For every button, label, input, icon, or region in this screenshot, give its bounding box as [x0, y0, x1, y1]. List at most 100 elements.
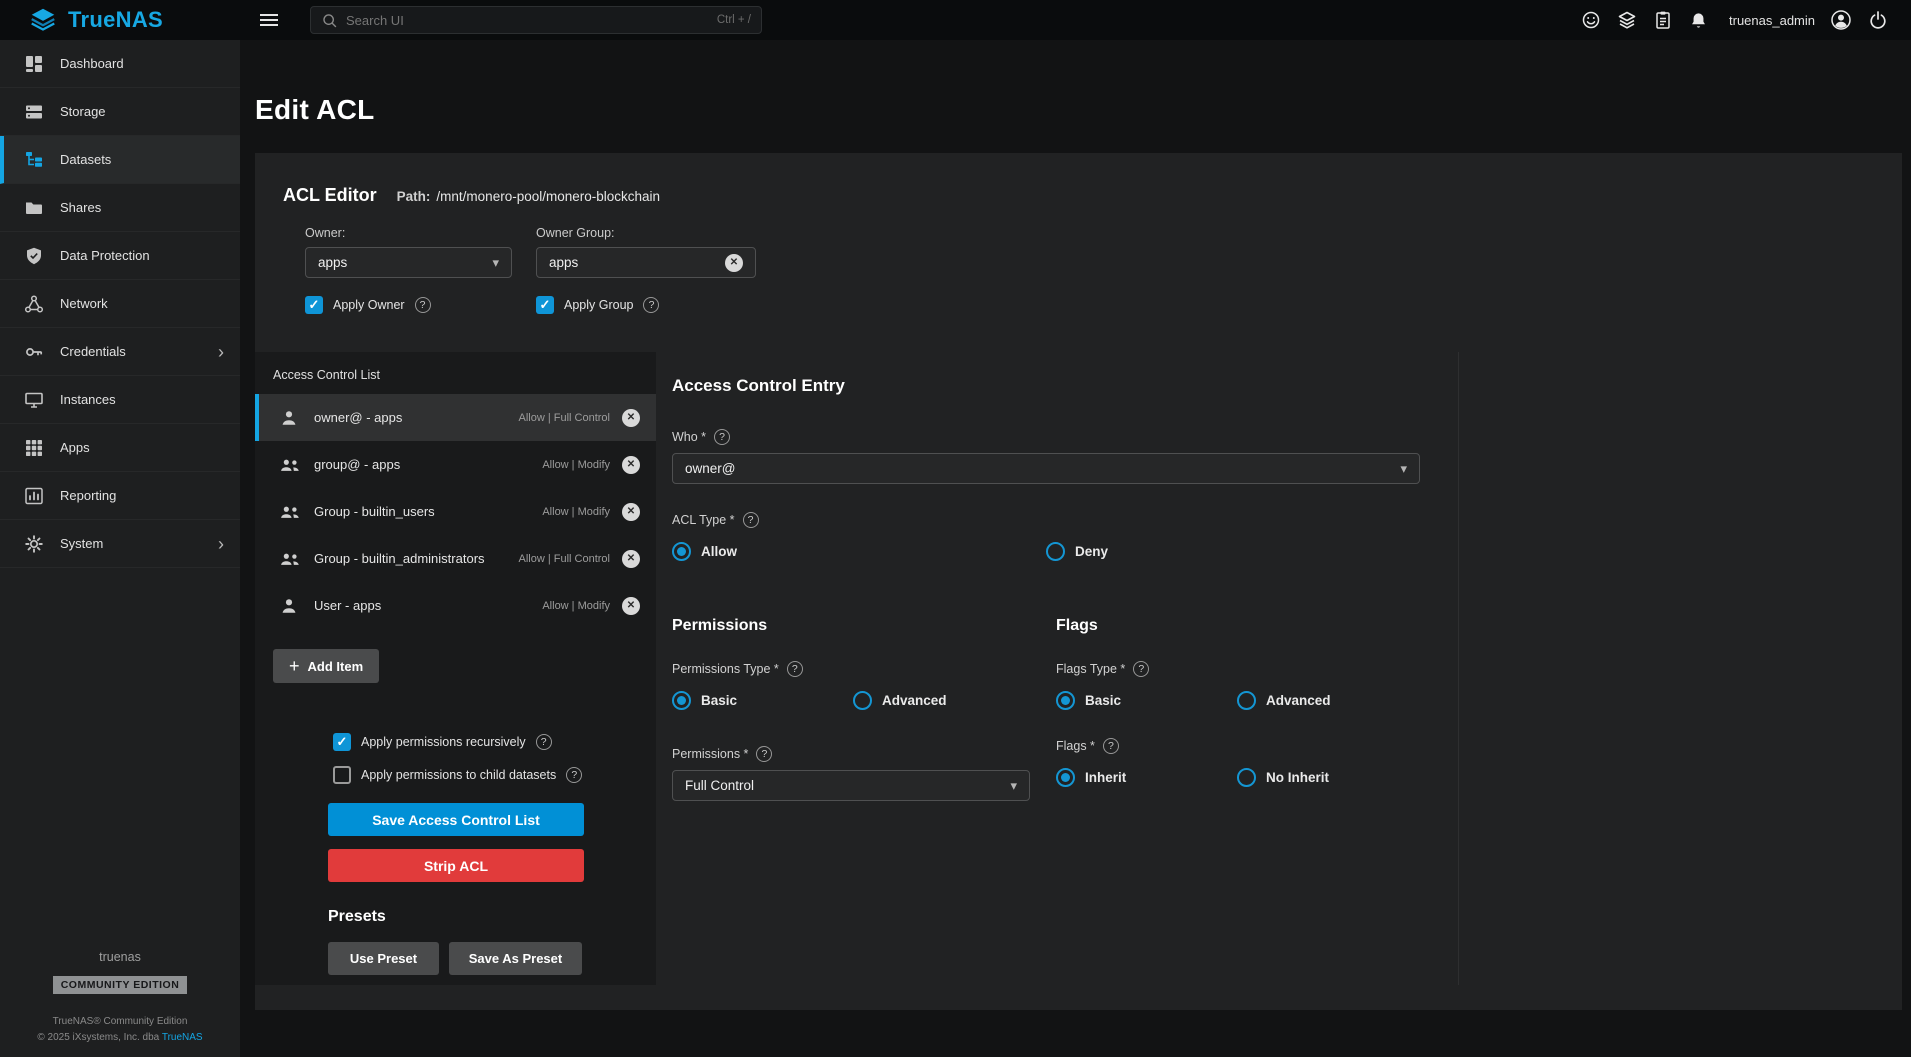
- sidebar-item-label: Datasets: [60, 152, 111, 167]
- help-icon[interactable]: ?: [643, 297, 659, 313]
- acl-entry-row[interactable]: group@ - apps Allow | Modify ✕: [255, 441, 656, 488]
- checkbox-checked-icon: ✓: [536, 296, 554, 314]
- owner-group-field[interactable]: ✕: [536, 247, 756, 278]
- use-preset-button[interactable]: Use Preset: [328, 942, 439, 975]
- acl-entry-name: Group - builtin_administrators: [314, 551, 485, 566]
- sidebar-item-label: Shares: [60, 200, 101, 215]
- recursive-checkbox[interactable]: ✓ Apply permissions recursively ?: [333, 733, 552, 751]
- plus-icon: +: [289, 656, 300, 677]
- flags-label: Flags *: [1056, 739, 1095, 753]
- acl-entry-permission: Allow | Modify: [542, 506, 610, 518]
- topbar-actions: truenas_admin: [1576, 4, 1911, 36]
- sidebar-item-label: Credentials: [60, 344, 126, 359]
- search-icon: [321, 12, 338, 29]
- owner-select[interactable]: apps ▾: [305, 247, 512, 278]
- power-icon: [1868, 10, 1888, 30]
- person-icon: [279, 408, 303, 428]
- flags-inherit-radio[interactable]: Inherit: [1056, 768, 1237, 787]
- sidebar-item-instances[interactable]: Instances: [0, 376, 240, 424]
- sidebar: Dashboard Storage Datasets Shares: [0, 40, 240, 1057]
- sidebar-item-credentials[interactable]: Credentials ›: [0, 328, 240, 376]
- acl-editor-header: ACL Editor Path:/mnt/monero-pool/monero-…: [255, 153, 1902, 352]
- remove-entry-button[interactable]: ✕: [622, 456, 640, 474]
- radio-icon: [1237, 768, 1256, 787]
- power-button[interactable]: [1863, 5, 1893, 35]
- sidebar-item-dashboard[interactable]: Dashboard: [0, 40, 240, 88]
- version-button[interactable]: [1612, 5, 1642, 35]
- help-icon[interactable]: ?: [536, 734, 552, 750]
- sidebar-item-network[interactable]: Network: [0, 280, 240, 328]
- flags-type-basic-radio[interactable]: Basic: [1056, 691, 1237, 710]
- checkbox-checked-icon: ✓: [333, 733, 351, 751]
- sidebar-item-system[interactable]: System ›: [0, 520, 240, 568]
- help-icon[interactable]: ?: [1103, 738, 1119, 754]
- sidebar-item-apps[interactable]: Apps: [0, 424, 240, 472]
- remove-entry-button[interactable]: ✕: [622, 503, 640, 521]
- truenas-logo[interactable]: TrueNAS: [0, 7, 240, 33]
- save-acl-button[interactable]: Save Access Control List: [328, 803, 584, 836]
- remove-entry-button[interactable]: ✕: [622, 550, 640, 568]
- acl-type-deny-radio[interactable]: Deny: [1046, 542, 1108, 561]
- edition-text: TrueNAS® Community Edition: [53, 1016, 188, 1027]
- sidebar-item-shares[interactable]: Shares: [0, 184, 240, 232]
- radio-label: Deny: [1075, 544, 1108, 559]
- permissions-type-advanced-radio[interactable]: Advanced: [853, 691, 947, 710]
- group-icon: [279, 502, 303, 522]
- owner-group-input[interactable]: [549, 255, 725, 270]
- sidebar-item-reporting[interactable]: Reporting: [0, 472, 240, 520]
- acl-entry-row[interactable]: User - apps Allow | Modify ✕: [255, 582, 656, 629]
- acl-entry-row[interactable]: owner@ - apps Allow | Full Control ✕: [255, 394, 656, 441]
- shield-icon: [24, 246, 44, 266]
- permissions-select[interactable]: Full Control ▾: [672, 770, 1030, 801]
- menu-toggle-button[interactable]: [254, 8, 284, 32]
- sidebar-item-datasets[interactable]: Datasets: [0, 136, 240, 184]
- access-control-entry-panel: Access Control Entry Who * ? owner@ ▾ AC…: [672, 352, 1902, 1010]
- owner-group-label: Owner Group:: [536, 226, 756, 240]
- strip-acl-button[interactable]: Strip ACL: [328, 849, 584, 882]
- remove-entry-button[interactable]: ✕: [622, 409, 640, 427]
- acl-type-allow-radio[interactable]: Allow: [672, 542, 1046, 561]
- help-icon[interactable]: ?: [756, 746, 772, 762]
- caret-down-icon: ▾: [492, 255, 499, 271]
- acl-list-title: Access Control List: [255, 352, 656, 394]
- help-icon[interactable]: ?: [714, 429, 730, 445]
- child-datasets-checkbox[interactable]: Apply permissions to child datasets ?: [333, 766, 582, 784]
- sidebar-item-storage[interactable]: Storage: [0, 88, 240, 136]
- help-icon[interactable]: ?: [787, 661, 803, 677]
- save-as-preset-button[interactable]: Save As Preset: [449, 942, 582, 975]
- help-icon[interactable]: ?: [415, 297, 431, 313]
- radio-label: Advanced: [882, 693, 947, 708]
- acl-entry-row[interactable]: Group - builtin_users Allow | Modify ✕: [255, 488, 656, 535]
- user-avatar-icon: [1830, 9, 1852, 31]
- monitor-icon: [24, 390, 44, 410]
- sidebar-item-data-protection[interactable]: Data Protection: [0, 232, 240, 280]
- help-icon[interactable]: ?: [743, 512, 759, 528]
- jobs-button[interactable]: [1648, 5, 1678, 35]
- datasets-icon: [24, 150, 44, 170]
- acl-entry-row[interactable]: Group - builtin_administrators Allow | F…: [255, 535, 656, 582]
- radio-selected-icon: [672, 691, 691, 710]
- flags-no-inherit-radio[interactable]: No Inherit: [1237, 768, 1329, 787]
- apply-owner-checkbox[interactable]: ✓ Apply Owner ?: [305, 296, 536, 314]
- search-box[interactable]: Ctrl + /: [310, 6, 762, 34]
- remove-entry-button[interactable]: ✕: [622, 597, 640, 615]
- help-icon[interactable]: ?: [1133, 661, 1149, 677]
- feedback-button[interactable]: [1576, 5, 1606, 35]
- add-item-button[interactable]: + Add Item: [273, 649, 379, 683]
- flags-type-advanced-radio[interactable]: Advanced: [1237, 691, 1331, 710]
- apply-group-label: Apply Group: [564, 298, 633, 312]
- truenas-link[interactable]: TrueNAS: [162, 1032, 203, 1043]
- username[interactable]: truenas_admin: [1729, 13, 1815, 28]
- apply-group-checkbox[interactable]: ✓ Apply Group ?: [536, 296, 659, 314]
- who-select[interactable]: owner@ ▾: [672, 453, 1420, 484]
- add-item-label: Add Item: [308, 659, 364, 674]
- clear-owner-group-button[interactable]: ✕: [725, 254, 743, 272]
- page-title: Edit ACL: [255, 94, 1911, 126]
- user-menu-button[interactable]: [1825, 4, 1857, 36]
- notifications-button[interactable]: [1684, 6, 1713, 35]
- help-icon[interactable]: ?: [566, 767, 582, 783]
- sidebar-item-label: Reporting: [60, 488, 116, 503]
- search-input[interactable]: [346, 13, 709, 28]
- sidebar-item-label: Instances: [60, 392, 116, 407]
- permissions-type-basic-radio[interactable]: Basic: [672, 691, 853, 710]
